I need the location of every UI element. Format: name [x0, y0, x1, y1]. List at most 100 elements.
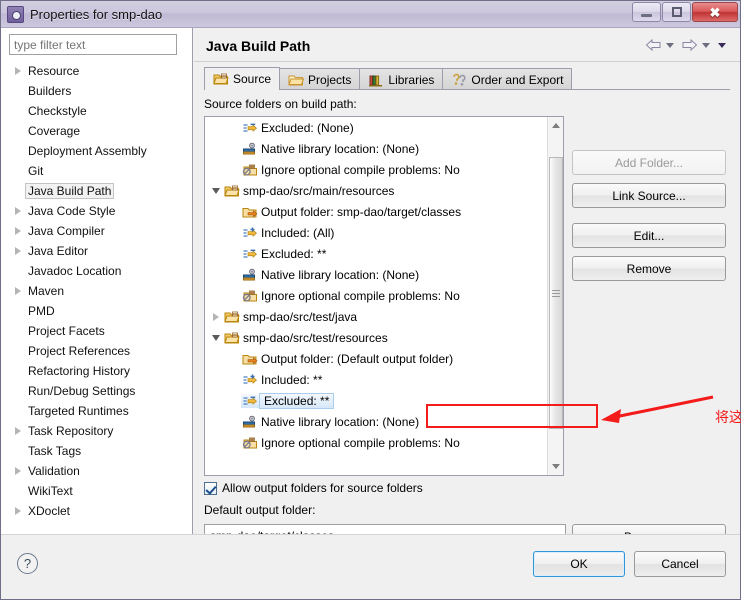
- sidebar-item-label: Project References: [28, 344, 131, 358]
- back-arrow-icon[interactable]: [645, 38, 662, 52]
- source-folder-row-label: Excluded: **: [261, 246, 327, 261]
- sidebar-item-validation[interactable]: Validation: [1, 461, 192, 481]
- allow-output-folders-row[interactable]: Allow output folders for source folders: [204, 481, 423, 495]
- sidebar-item-checkstyle[interactable]: Checkstyle: [1, 101, 192, 121]
- source-folder-row[interactable]: Output folder: smp-dao/target/classes: [205, 201, 549, 222]
- sidebar-item-java-editor[interactable]: Java Editor: [1, 241, 192, 261]
- sidebar-item-project-references[interactable]: Project References: [1, 341, 192, 361]
- minimize-button[interactable]: [632, 2, 661, 22]
- source-folder-row[interactable]: Native library location: (None): [205, 411, 549, 432]
- sidebar-item-label: Targeted Runtimes: [28, 404, 129, 418]
- filter-input[interactable]: [9, 34, 177, 55]
- tab-label: Projects: [308, 72, 352, 87]
- scroll-up-button[interactable]: [548, 117, 563, 134]
- ok-button[interactable]: OK: [533, 551, 625, 577]
- sidebar-item-wikitext[interactable]: WikiText: [1, 481, 192, 501]
- cancel-button[interactable]: Cancel: [634, 551, 726, 577]
- tab-order-and-export[interactable]: Order and Export: [442, 68, 573, 90]
- expand-arrow-icon[interactable]: [209, 312, 223, 321]
- source-folders-list[interactable]: Excluded: (None) Native library location:…: [204, 116, 564, 476]
- source-folder-icon: [223, 331, 241, 345]
- view-menu-icon[interactable]: [718, 42, 726, 48]
- tab-libraries[interactable]: Libraries: [359, 68, 444, 90]
- sidebar-item-label: Task Repository: [28, 424, 114, 438]
- source-folder-row-label: Excluded: **: [259, 392, 335, 409]
- page-navigation: [645, 38, 730, 52]
- sidebar-item-label: Builders: [28, 84, 72, 98]
- expand-arrow-icon[interactable]: [11, 67, 25, 75]
- sidebar-item-targeted-runtimes[interactable]: Targeted Runtimes: [1, 401, 192, 421]
- source-folder-row[interactable]: Included: **: [205, 369, 549, 390]
- output-folder-icon: [241, 205, 259, 219]
- edit-button[interactable]: Edit...: [572, 223, 726, 248]
- expand-arrow-icon[interactable]: [11, 287, 25, 295]
- sidebar-item-label: Coverage: [28, 124, 81, 138]
- source-folder-row[interactable]: Excluded: **: [205, 390, 549, 411]
- settings-tree[interactable]: Resource Builders Checkstyle Coverage Deploy…: [1, 61, 192, 531]
- sidebar-item-task-tags[interactable]: Task Tags: [1, 441, 192, 461]
- sidebar-item-pmd[interactable]: PMD: [1, 301, 192, 321]
- source-folder-row[interactable]: smp-dao/src/test/java: [205, 306, 549, 327]
- exclusion-filter-icon: [241, 247, 259, 261]
- tab-projects[interactable]: Projects: [279, 68, 361, 90]
- sidebar-item-refactoring-history[interactable]: Refactoring History: [1, 361, 192, 381]
- source-folder-row[interactable]: smp-dao/src/test/resources: [205, 327, 549, 348]
- sidebar-item-javadoc-location[interactable]: Javadoc Location: [1, 261, 192, 281]
- sidebar-item-java-compiler[interactable]: Java Compiler: [1, 221, 192, 241]
- source-folder-row[interactable]: Native library location: (None): [205, 264, 549, 285]
- sidebar-item-run-debug-settings[interactable]: Run/Debug Settings: [1, 381, 192, 401]
- tab-source[interactable]: Source: [204, 67, 281, 90]
- remove-button[interactable]: Remove: [572, 256, 726, 281]
- sidebar-item-resource[interactable]: Resource: [1, 61, 192, 81]
- sidebar-item-project-facets[interactable]: Project Facets: [1, 321, 192, 341]
- source-folder-row[interactable]: Ignore optional compile problems: No: [205, 285, 549, 306]
- source-folder-row[interactable]: Native library location: (None): [205, 138, 549, 159]
- source-folder-row-label: Native library location: (None): [261, 141, 420, 156]
- help-icon[interactable]: ?: [17, 553, 38, 574]
- collapse-arrow-icon[interactable]: [209, 187, 223, 194]
- list-vertical-scrollbar[interactable]: [547, 117, 563, 475]
- expand-arrow-icon[interactable]: [11, 247, 25, 255]
- source-folder-row[interactable]: Included: (All): [205, 222, 549, 243]
- sidebar-item-maven[interactable]: Maven: [1, 281, 192, 301]
- link-source-button[interactable]: Link Source...: [572, 183, 726, 208]
- source-folder-row[interactable]: Ignore optional compile problems: No: [205, 432, 549, 453]
- expand-arrow-icon[interactable]: [11, 427, 25, 435]
- scroll-down-button[interactable]: [548, 458, 563, 475]
- back-dropdown-icon[interactable]: [666, 42, 674, 48]
- tab-underline: [204, 89, 730, 90]
- source-folder-row[interactable]: Excluded: (None): [205, 117, 549, 138]
- source-folder-row[interactable]: Ignore optional compile problems: No: [205, 159, 549, 180]
- scrollbar-thumb[interactable]: [549, 157, 563, 429]
- source-folder-row-label: Ignore optional compile problems: No: [261, 288, 460, 303]
- source-folder-row[interactable]: Excluded: **: [205, 243, 549, 264]
- maximize-icon: [671, 7, 682, 17]
- allow-output-folders-checkbox[interactable]: [204, 481, 217, 495]
- sidebar-item-label: Maven: [28, 284, 65, 298]
- source-folder-row[interactable]: Output folder: (Default output folder): [205, 348, 549, 369]
- sidebar-item-task-repository[interactable]: Task Repository: [1, 421, 192, 441]
- ignore-problems-icon: [241, 436, 259, 450]
- ignore-problems-icon: [241, 289, 259, 303]
- maximize-button[interactable]: [662, 2, 691, 22]
- sidebar-item-java-code-style[interactable]: Java Code Style: [1, 201, 192, 221]
- forward-arrow-icon[interactable]: [681, 38, 698, 52]
- sidebar-item-git[interactable]: Git: [1, 161, 192, 181]
- add-folder-button[interactable]: Add Folder...: [572, 150, 726, 175]
- collapse-arrow-icon[interactable]: [209, 334, 223, 341]
- sidebar-item-label: Java Build Path: [25, 183, 115, 199]
- source-folder-row[interactable]: smp-dao/src/main/resources: [205, 180, 549, 201]
- expand-arrow-icon[interactable]: [11, 467, 25, 475]
- expand-arrow-icon[interactable]: [11, 207, 25, 215]
- sidebar-item-deployment-assembly[interactable]: Deployment Assembly: [1, 141, 192, 161]
- sidebar-item-label: WikiText: [28, 484, 73, 498]
- sidebar-item-xdoclet[interactable]: XDoclet: [1, 501, 192, 521]
- sidebar-item-builders[interactable]: Builders: [1, 81, 192, 101]
- close-button[interactable]: ✖: [692, 2, 738, 22]
- sidebar-item-coverage[interactable]: Coverage: [1, 121, 192, 141]
- sidebar-item-java-build-path[interactable]: Java Build Path: [1, 181, 192, 201]
- settings-page: Java Build Path Source Projects Librarie…: [194, 28, 741, 549]
- forward-dropdown-icon[interactable]: [702, 42, 710, 48]
- expand-arrow-icon[interactable]: [11, 227, 25, 235]
- expand-arrow-icon[interactable]: [11, 507, 25, 515]
